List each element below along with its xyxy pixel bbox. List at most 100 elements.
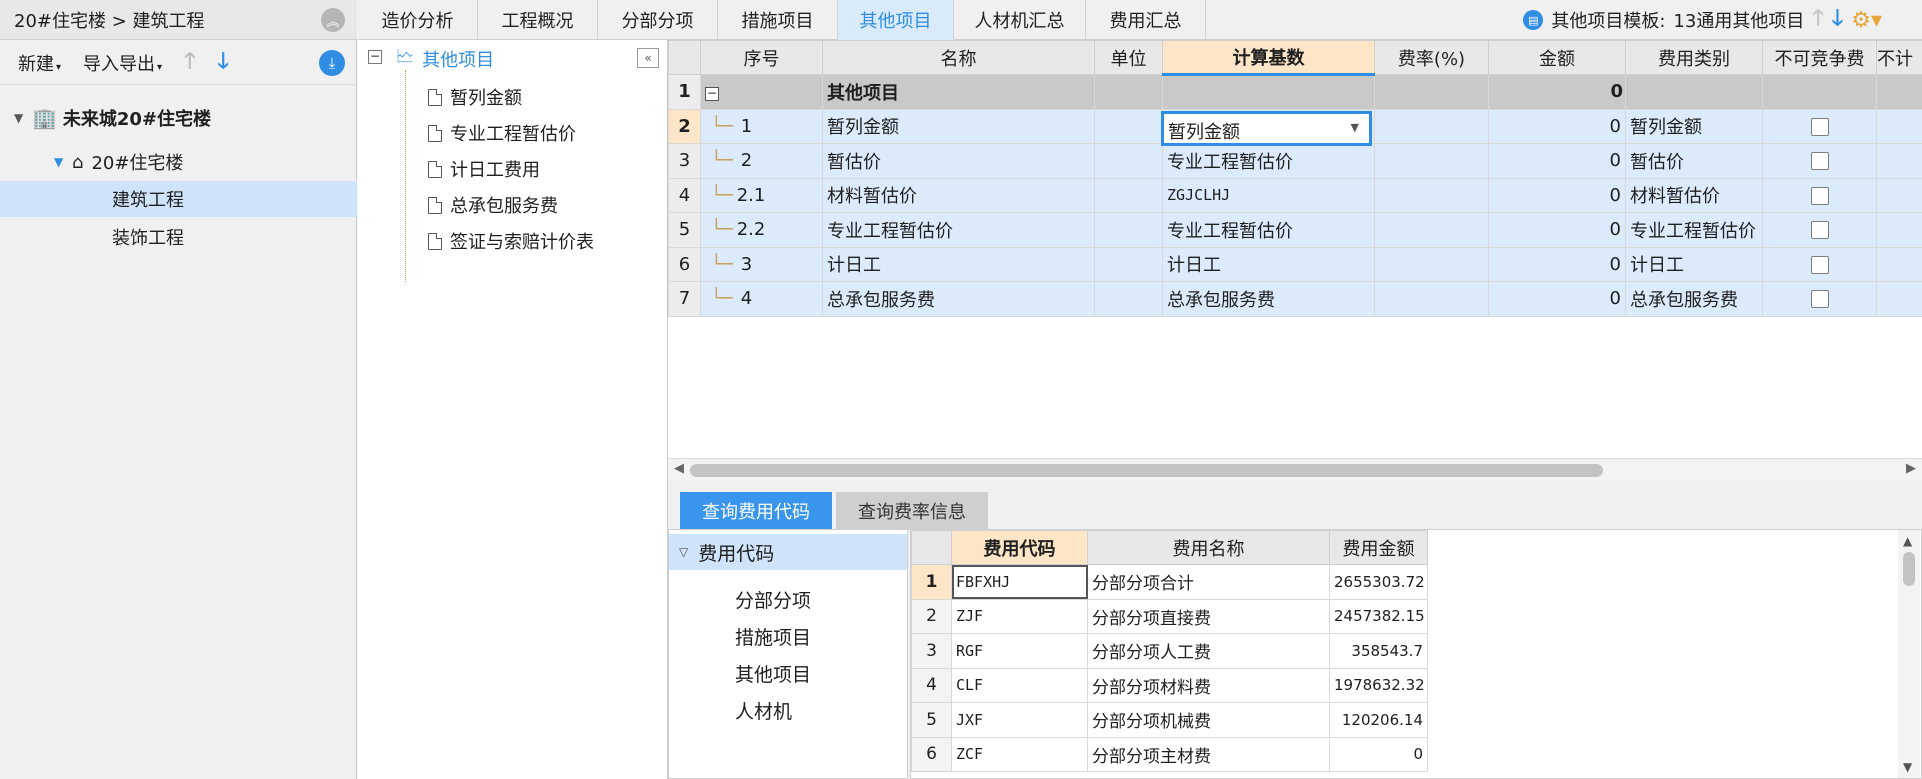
cell-type[interactable]: 材料暂估价 <box>1625 177 1763 213</box>
grid-row[interactable]: 5 └─ 2.2 专业工程暂估价 专业工程暂估价 0 专业工程暂估价 <box>668 212 1922 248</box>
fee-code-row[interactable]: 2 ZJF 分部分项直接费 2457382.15 <box>911 598 1428 634</box>
fee-code-tree-item[interactable]: 其他项目 <box>735 660 811 687</box>
collapse-panel-icon[interactable]: « <box>637 48 659 68</box>
header-fee-amount[interactable]: 费用金额 <box>1329 530 1428 565</box>
cell-seq[interactable]: └─ 1 <box>700 108 823 144</box>
non-competitive-checkbox[interactable] <box>1810 152 1829 171</box>
cell-rate[interactable] <box>1374 108 1489 144</box>
cell-unit[interactable] <box>1094 108 1163 144</box>
cell-amount[interactable]: 0 <box>1488 74 1626 110</box>
collapse-minus-icon[interactable]: − <box>368 50 382 64</box>
non-competitive-checkbox[interactable] <box>1810 186 1829 205</box>
cell-base[interactable]: 专业工程暂估价 <box>1162 143 1375 179</box>
cell-amount[interactable]: 0 <box>1488 143 1626 179</box>
cell-seq[interactable]: └─ 2.2 <box>700 212 823 248</box>
cell-base[interactable]: 专业工程暂估价 <box>1162 212 1375 248</box>
cell-base[interactable]: ZGJCLHJ <box>1162 177 1375 213</box>
tab-measures[interactable]: 措施项目 <box>718 0 838 40</box>
cell-fee-code[interactable]: JXF <box>951 702 1088 738</box>
tree-node-unit-zhuangshi[interactable]: 装饰工程 <box>112 219 184 255</box>
horizontal-scrollbar[interactable]: ◀ ▶ <box>668 458 1922 480</box>
header-amount[interactable]: 金额 <box>1488 40 1626 75</box>
cell-non-competitive[interactable] <box>1762 212 1877 248</box>
non-competitive-checkbox[interactable] <box>1810 290 1829 309</box>
cell-type[interactable]: 总承包服务费 <box>1625 281 1763 317</box>
row-number[interactable]: 1 <box>911 564 952 600</box>
fee-code-row[interactable]: 4 CLF 分部分项材料费 1978632.32 <box>911 667 1428 703</box>
cell-exclude[interactable] <box>1876 281 1922 317</box>
cell-exclude[interactable] <box>1876 108 1922 144</box>
tree-item[interactable]: 计日工费用 <box>428 152 540 186</box>
fee-code-tree-item[interactable]: 措施项目 <box>735 623 811 650</box>
cell-exclude[interactable] <box>1876 177 1922 213</box>
non-competitive-checkbox[interactable] <box>1810 255 1829 274</box>
row-number[interactable]: 4 <box>668 177 701 213</box>
row-number[interactable]: 5 <box>668 212 701 248</box>
cell-non-competitive[interactable] <box>1762 74 1877 110</box>
expand-triangle-icon[interactable]: ▼ <box>54 155 72 169</box>
cell-seq[interactable]: └─ 2.1 <box>700 177 823 213</box>
header-exclude[interactable]: 不计 <box>1876 40 1922 75</box>
move-up-icon[interactable]: 🡑 <box>184 44 195 82</box>
cell-rate[interactable] <box>1374 246 1489 282</box>
cell-fee-code[interactable]: ZJF <box>951 598 1088 634</box>
tree-node-project[interactable]: ▼ 🏢 未来城20#住宅楼 <box>14 100 211 136</box>
cell-rate[interactable] <box>1374 143 1489 179</box>
cell-fee-amount[interactable]: 358543.7 <box>1329 633 1428 669</box>
expand-chevron-icon[interactable]: ▽ <box>679 545 688 559</box>
cell-rate[interactable] <box>1374 281 1489 317</box>
fee-code-tree-header[interactable]: ▽ 费用代码 <box>669 534 907 570</box>
tab-fee-summary[interactable]: 费用汇总 <box>1086 0 1206 40</box>
expand-triangle-icon[interactable]: ▼ <box>14 111 32 125</box>
cell-type[interactable]: 专业工程暂估价 <box>1625 212 1763 248</box>
cell-fee-amount[interactable]: 2655303.72 <box>1329 564 1428 600</box>
cell-seq[interactable]: └─ 2 <box>700 143 823 179</box>
scroll-left-icon[interactable]: ◀ <box>674 461 684 476</box>
cell-name[interactable]: 专业工程暂估价 <box>822 212 1095 248</box>
cell-fee-name[interactable]: 分部分项主材费 <box>1087 736 1330 772</box>
fee-code-row[interactable]: 1 FBFXHJ 分部分项合计 2655303.72 <box>911 564 1428 600</box>
tree-root-other-items[interactable]: 🗠 其他项目 <box>396 42 494 76</box>
fee-code-row[interactable]: 5 JXF 分部分项机械费 120206.14 <box>911 702 1428 738</box>
non-competitive-checkbox[interactable] <box>1810 221 1829 240</box>
settings-icon[interactable]: ⚙▾ <box>1851 8 1882 33</box>
cell-name[interactable]: 总承包服务费 <box>822 281 1095 317</box>
cell-amount[interactable]: 0 <box>1488 246 1626 282</box>
cell-fee-code[interactable]: CLF <box>951 667 1088 703</box>
cell-non-competitive[interactable] <box>1762 281 1877 317</box>
tree-item[interactable]: 暂列金额 <box>428 80 522 114</box>
grid-row[interactable]: 2 └─ 1 暂列金额 暂列金额 0 暂列金额 <box>668 108 1922 144</box>
cell-type[interactable]: 暂估价 <box>1625 143 1763 179</box>
move-down-icon[interactable]: 🡓 <box>1832 1 1843 39</box>
cell-base[interactable]: 计日工 <box>1162 246 1375 282</box>
header-type[interactable]: 费用类别 <box>1625 40 1763 75</box>
header-seq[interactable]: 序号 <box>700 40 823 75</box>
cell-seq[interactable]: └─ 3 <box>700 246 823 282</box>
cell-amount[interactable]: 0 <box>1488 177 1626 213</box>
cell-unit[interactable] <box>1094 74 1163 110</box>
cell-non-competitive[interactable] <box>1762 177 1877 213</box>
cell-non-competitive[interactable] <box>1762 108 1877 144</box>
cell-type[interactable] <box>1625 74 1763 110</box>
header-name[interactable]: 名称 <box>822 40 1095 75</box>
header-non-competitive[interactable]: 不可竞争费 <box>1762 40 1877 75</box>
row-number[interactable]: 2 <box>911 598 952 634</box>
cell-fee-amount[interactable]: 0 <box>1329 736 1428 772</box>
cell-amount[interactable]: 0 <box>1488 108 1626 144</box>
row-number[interactable]: 5 <box>911 702 952 738</box>
cell-unit[interactable] <box>1094 177 1163 213</box>
cell-fee-name[interactable]: 分部分项材料费 <box>1087 667 1330 703</box>
tab-labor-material-summary[interactable]: 人材机汇总 <box>954 0 1086 40</box>
cell-exclude[interactable] <box>1876 143 1922 179</box>
cell-fee-code[interactable]: FBFXHJ <box>951 564 1088 600</box>
cell-exclude[interactable] <box>1876 246 1922 282</box>
non-competitive-checkbox[interactable] <box>1810 117 1829 136</box>
cell-seq[interactable]: └─ 4 <box>700 281 823 317</box>
tab-other-items[interactable]: 其他项目 <box>838 0 954 40</box>
tree-item[interactable]: 总承包服务费 <box>428 188 558 222</box>
grid-row[interactable]: 4 └─ 2.1 材料暂估价 ZGJCLHJ 0 材料暂估价 <box>668 177 1922 213</box>
cell-exclude[interactable] <box>1876 212 1922 248</box>
cell-fee-amount[interactable]: 120206.14 <box>1329 702 1428 738</box>
cell-name[interactable]: 暂列金额 <box>822 108 1095 144</box>
collapse-minus-icon[interactable]: − <box>705 87 719 102</box>
